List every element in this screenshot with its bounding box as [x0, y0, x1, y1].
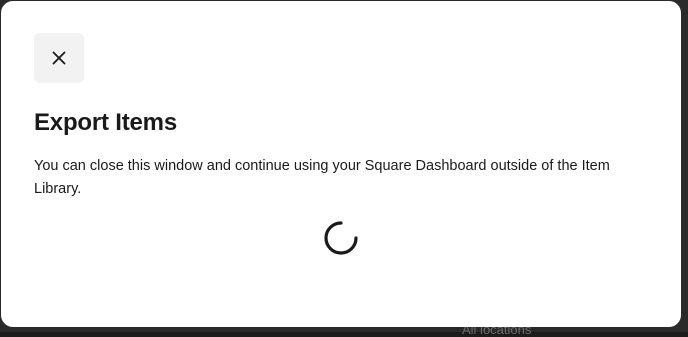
close-icon — [52, 51, 66, 65]
close-button[interactable] — [34, 33, 84, 83]
spinner-icon — [324, 221, 358, 255]
modal-description: You can close this window and continue u… — [34, 158, 610, 197]
modal-title: Export Items — [34, 109, 177, 136]
export-items-modal: Export Items You can close this window a… — [1, 1, 681, 327]
